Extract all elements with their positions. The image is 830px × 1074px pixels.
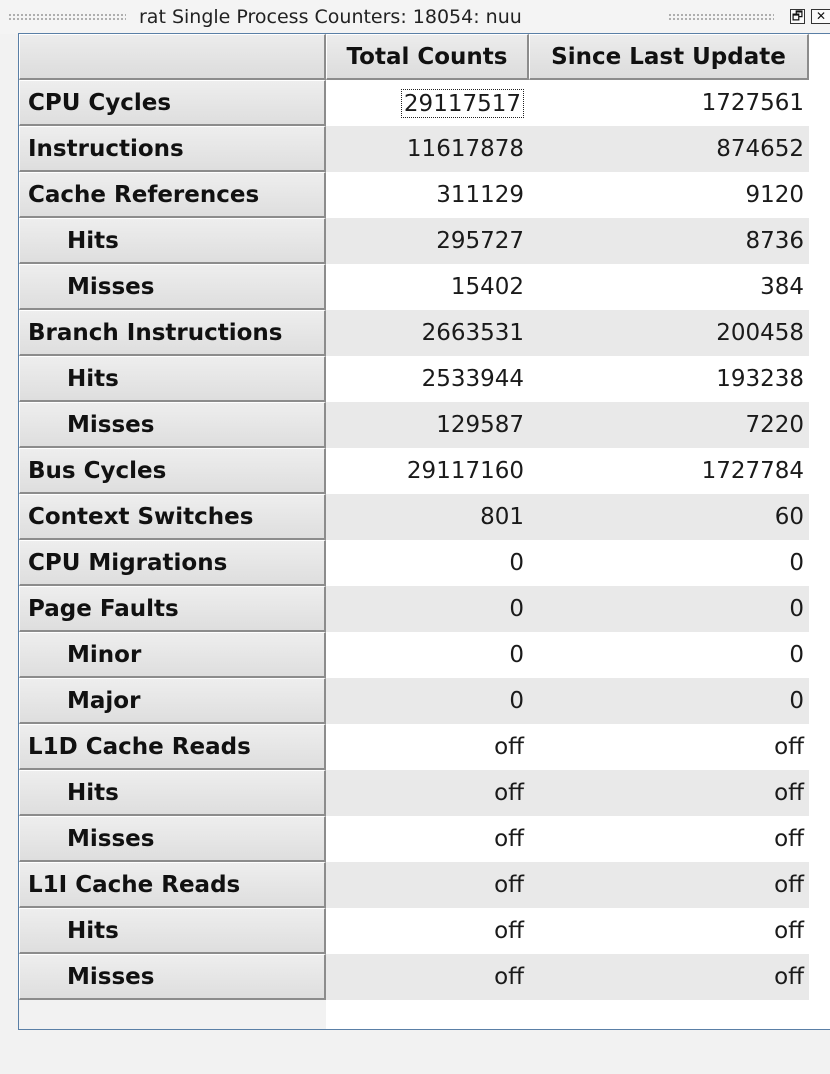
titlebar-grip-right[interactable] [668,13,774,21]
total-counts-cell[interactable]: off [326,724,529,770]
row-header[interactable]: Major [19,678,326,724]
since-last-update-cell[interactable]: off [529,724,809,770]
row-header[interactable]: Hits [19,356,326,402]
since-last-update-cell[interactable]: 200458 [529,310,809,356]
total-counts-cell[interactable]: 0 [326,586,529,632]
titlebar-grip-left[interactable] [8,13,126,21]
total-counts-cell[interactable]: 129587 [326,402,529,448]
total-counts-cell[interactable]: 801 [326,494,529,540]
total-counts-cell[interactable]: off [326,954,529,1000]
row-header[interactable]: Misses [19,954,326,1000]
since-last-update-cell[interactable]: 60 [529,494,809,540]
row-header-filler [19,1000,326,1029]
window-bottom-area [0,1030,830,1074]
total-counts-cell[interactable]: 11617878 [326,126,529,172]
since-last-update-cell[interactable]: 384 [529,264,809,310]
since-last-update-cell[interactable]: 8736 [529,218,809,264]
since-last-update-cell[interactable]: 7220 [529,402,809,448]
total-counts-cell[interactable]: 295727 [326,218,529,264]
since-last-update-cell[interactable]: off [529,908,809,954]
total-counts-cell[interactable]: 29117517 [326,80,529,126]
row-header[interactable]: Cache References [19,172,326,218]
total-counts-cell[interactable]: 0 [326,632,529,678]
since-last-update-cell[interactable]: 9120 [529,172,809,218]
since-last-update-cell[interactable]: off [529,770,809,816]
total-counts-cell[interactable]: 0 [326,678,529,724]
column-header-total-counts[interactable]: Total Counts [326,34,529,80]
row-header[interactable]: Misses [19,816,326,862]
since-last-update-cell[interactable]: 0 [529,540,809,586]
row-header[interactable]: Hits [19,218,326,264]
since-last-update-cell[interactable]: 1727784 [529,448,809,494]
since-last-update-cell[interactable]: 0 [529,678,809,724]
total-counts-cell[interactable]: off [326,816,529,862]
corner-header [19,34,326,80]
since-last-update-cell[interactable]: 874652 [529,126,809,172]
row-header[interactable]: Minor [19,632,326,678]
since-last-update-cell[interactable]: off [529,862,809,908]
since-last-update-cell[interactable]: 1727561 [529,80,809,126]
since-last-update-cell[interactable]: off [529,954,809,1000]
row-header[interactable]: Misses [19,402,326,448]
column-header-since-last-update[interactable]: Since Last Update [529,34,809,80]
row-header[interactable]: Hits [19,908,326,954]
row-header[interactable]: L1D Cache Reads [19,724,326,770]
total-counts-cell[interactable]: 2663531 [326,310,529,356]
row-header[interactable]: L1I Cache Reads [19,862,326,908]
since-last-update-cell[interactable]: 0 [529,632,809,678]
row-header[interactable]: Page Faults [19,586,326,632]
row-header[interactable]: Context Switches [19,494,326,540]
row-header[interactable]: CPU Cycles [19,80,326,126]
window-titlebar[interactable]: rat Single Process Counters: 18054: nuu … [0,0,830,34]
row-header[interactable]: Bus Cycles [19,448,326,494]
since-last-update-cell[interactable]: 193238 [529,356,809,402]
total-counts-cell[interactable]: 0 [326,540,529,586]
total-counts-cell[interactable]: 2533944 [326,356,529,402]
since-last-update-cell[interactable]: 0 [529,586,809,632]
total-counts-cell[interactable]: 311129 [326,172,529,218]
total-counts-cell[interactable]: 29117160 [326,448,529,494]
counters-table-frame: Total Counts Since Last Update CPU Cycle… [18,33,830,1030]
window-title: rat Single Process Counters: 18054: nuu [139,6,522,28]
row-header[interactable]: Branch Instructions [19,310,326,356]
row-header[interactable]: Instructions [19,126,326,172]
close-window-icon[interactable]: ✕ [811,9,830,24]
row-header[interactable]: Misses [19,264,326,310]
row-header[interactable]: Hits [19,770,326,816]
total-counts-cell[interactable]: 15402 [326,264,529,310]
row-header[interactable]: CPU Migrations [19,540,326,586]
focused-cell-value: 29117517 [400,88,524,118]
total-counts-cell[interactable]: off [326,908,529,954]
restore-window-icon[interactable]: 🗗 [790,9,805,24]
total-counts-cell[interactable]: off [326,862,529,908]
since-last-update-cell[interactable]: off [529,816,809,862]
total-counts-cell[interactable]: off [326,770,529,816]
